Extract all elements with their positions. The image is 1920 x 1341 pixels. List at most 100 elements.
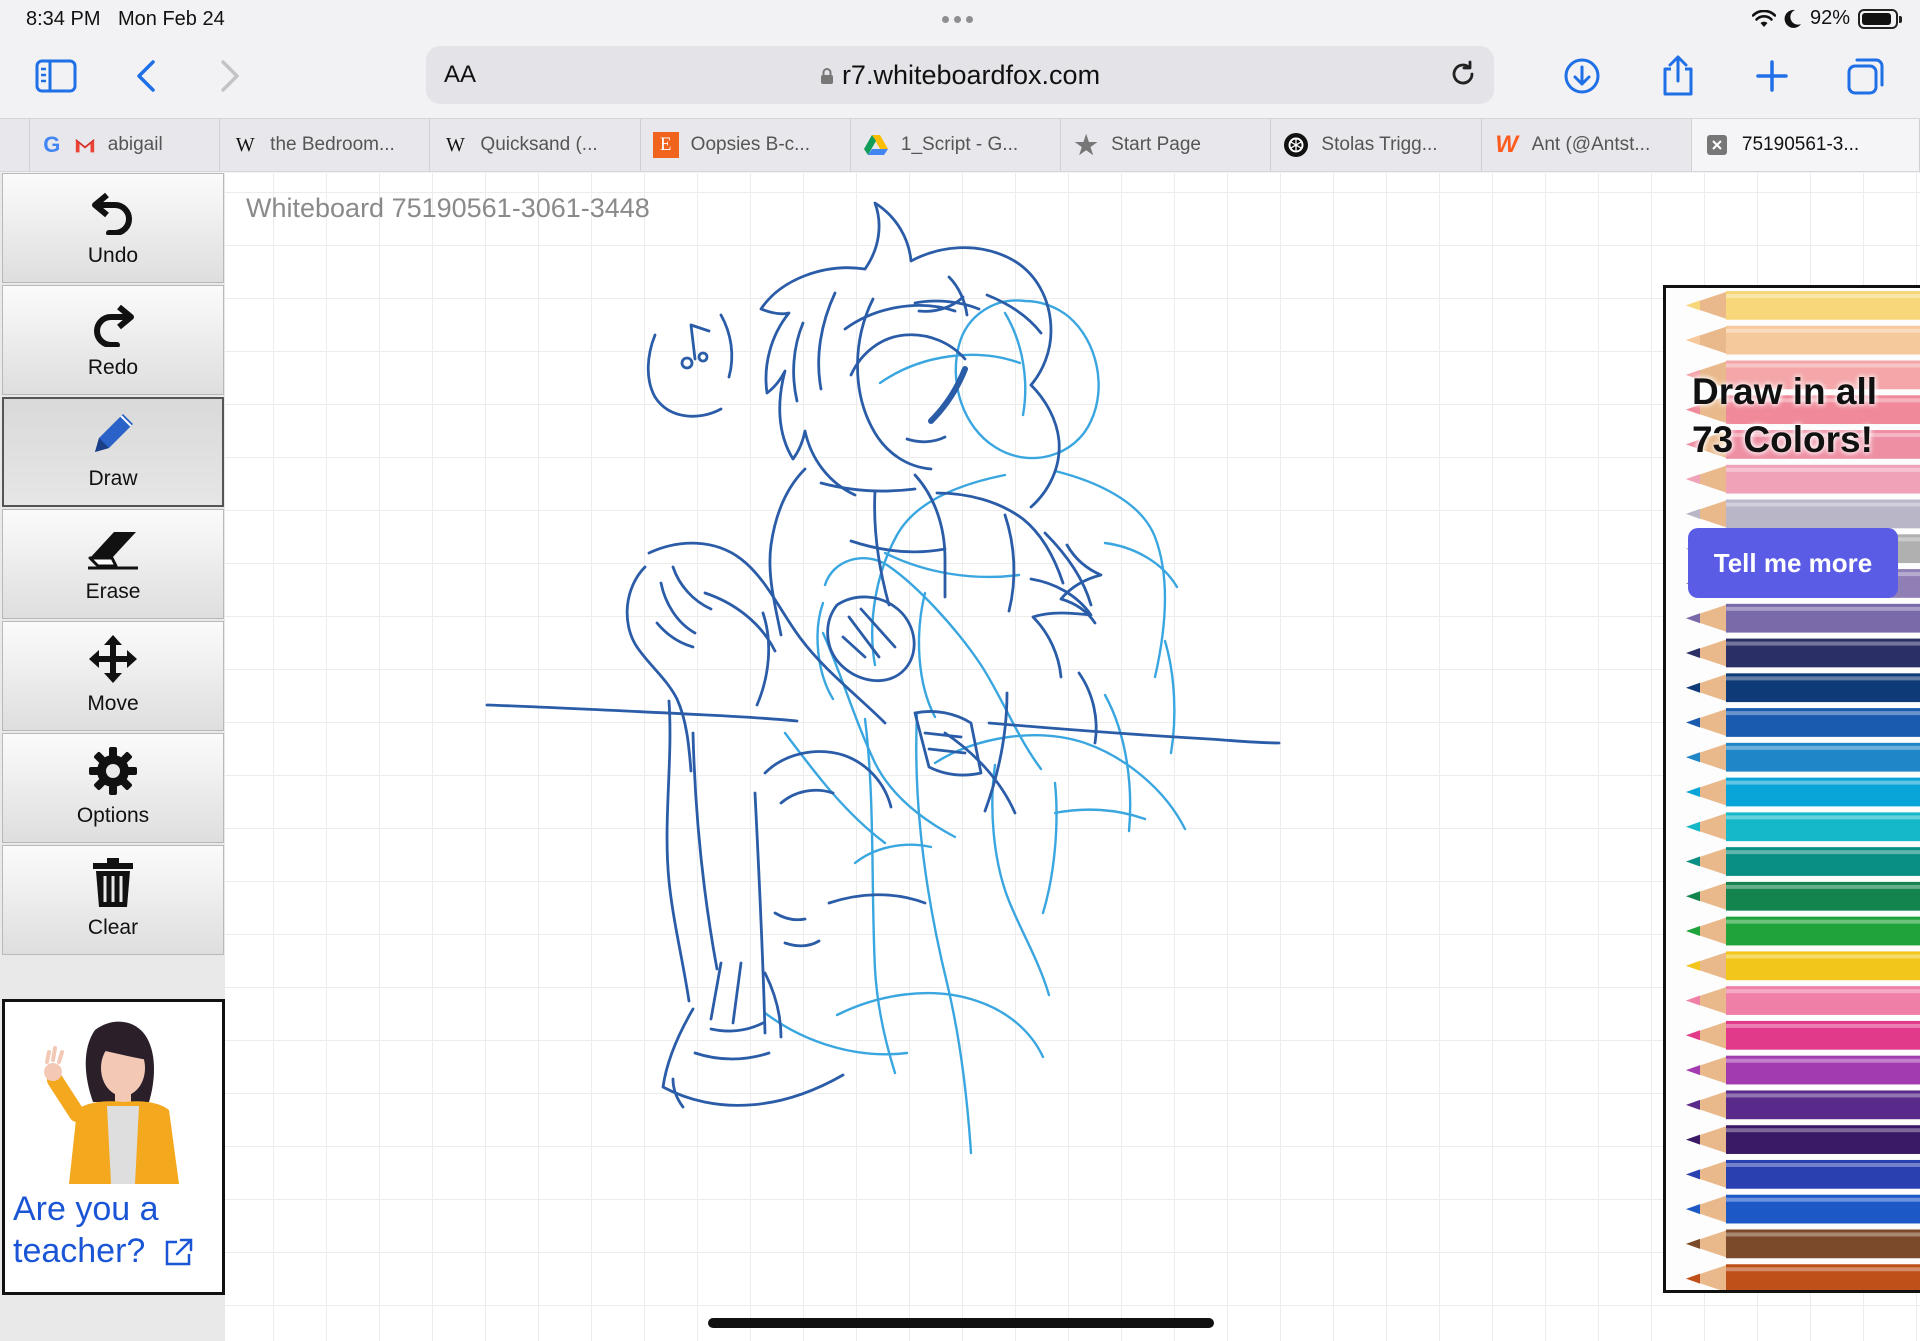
tab-4[interactable]: 1_Script - G... — [851, 119, 1062, 171]
eraser-icon — [88, 532, 138, 570]
draw-label: Draw — [88, 467, 138, 490]
pencil — [1686, 986, 1920, 1015]
undo-button[interactable]: Undo — [2, 173, 224, 283]
moon-icon — [1784, 9, 1801, 28]
reload-icon[interactable] — [1448, 59, 1478, 89]
status-bar: 8:34 PM Mon Feb 24 92% — [0, 0, 1920, 38]
tab-2-label: Quicksand (... — [480, 134, 598, 155]
pencil — [1686, 1020, 1920, 1050]
pencil — [1686, 1125, 1920, 1154]
tab-6[interactable]: Stolas Trigg... — [1271, 119, 1482, 171]
pencil — [1686, 673, 1920, 703]
tab-7-label: Ant (@Antst... — [1531, 134, 1651, 155]
gmail-icon — [74, 132, 96, 158]
pencil — [1686, 777, 1920, 807]
google-icon: G — [43, 132, 61, 157]
pencil — [1686, 499, 1920, 529]
erase-button[interactable]: Erase — [2, 509, 224, 619]
sketch-drawing — [485, 201, 1281, 1155]
redo-label: Redo — [87, 356, 139, 379]
tell-me-more-button[interactable]: Tell me more — [1688, 528, 1898, 598]
tab-5[interactable]: ★ Start Page — [1061, 119, 1272, 171]
lock-icon — [820, 68, 833, 84]
tab-3-label: Oopsies B-c... — [690, 134, 810, 155]
redo-button[interactable]: Redo — [2, 285, 224, 395]
tab-8-active[interactable]: 75190561-3... — [1691, 119, 1920, 171]
tab-4-label: 1_Script - G... — [900, 134, 1019, 155]
pencil — [1686, 742, 1920, 772]
tab-6-label: Stolas Trigg... — [1321, 134, 1438, 155]
url-field[interactable]: r7.whiteboardfox.com — [426, 60, 1494, 91]
sidebar-icon[interactable] — [32, 52, 80, 100]
share-icon[interactable] — [1654, 52, 1702, 100]
tab-3[interactable]: E Oopsies B-c... — [641, 119, 851, 171]
pencil — [1686, 638, 1920, 668]
move-button[interactable]: Move — [2, 621, 224, 731]
pencil — [1686, 1264, 1920, 1290]
tab-strip: G abigail W the Bedroom... W Quicksand (… — [0, 118, 1920, 172]
move-label: Move — [87, 692, 139, 715]
pencil — [1686, 1194, 1920, 1224]
clear-button[interactable]: Clear — [2, 845, 224, 955]
tab-0-label: abigail — [107, 134, 163, 155]
erase-label: Erase — [85, 580, 141, 603]
pencil — [1686, 1055, 1920, 1085]
wifi-icon — [1751, 9, 1776, 27]
tab-0[interactable]: G abigail — [30, 119, 221, 171]
tab-1-label: the Bedroom... — [270, 134, 395, 155]
status-time: 8:34 PM — [26, 8, 101, 30]
pencil — [1686, 464, 1920, 494]
pencil — [1686, 812, 1920, 842]
external-link-icon — [165, 1238, 193, 1266]
pencil — [1686, 881, 1920, 911]
pencil — [1686, 603, 1920, 633]
teacher-link[interactable]: Are you a teacher? — [13, 1188, 193, 1272]
undo-icon — [92, 192, 132, 235]
pencil — [1686, 1229, 1920, 1259]
close-icon[interactable] — [1704, 132, 1730, 158]
pencil — [1686, 325, 1920, 355]
pencil — [1686, 708, 1920, 737]
address-bar[interactable]: AA r7.whiteboardfox.com — [426, 46, 1494, 104]
wattpad-icon: W — [1495, 131, 1518, 158]
colors-ad-title: Draw in all 73 Colors! — [1692, 371, 1878, 460]
gear-icon — [89, 747, 137, 795]
back-icon[interactable] — [122, 52, 170, 100]
etsy-icon: E — [652, 132, 679, 158]
home-indicator[interactable] — [708, 1318, 1214, 1328]
new-tab-plus-icon[interactable] — [1748, 52, 1796, 100]
pencil — [1686, 291, 1920, 320]
move-icon — [89, 635, 137, 683]
pencil — [1686, 916, 1920, 946]
teacher-illustration — [44, 1021, 179, 1184]
tab-overview-icon[interactable] — [1842, 52, 1890, 100]
pencil — [1686, 1090, 1920, 1120]
options-label: Options — [76, 804, 150, 827]
download-icon[interactable] — [1558, 52, 1606, 100]
browser-toolbar: AA r7.whiteboardfox.com — [0, 38, 1920, 118]
pencil-icon — [95, 414, 133, 452]
pencil — [1686, 951, 1920, 981]
tab-1[interactable]: W the Bedroom... — [220, 119, 431, 171]
battery-fill — [1862, 12, 1892, 25]
forward-icon[interactable] — [206, 52, 254, 100]
pencil — [1686, 1159, 1920, 1189]
draw-button[interactable]: Draw — [2, 397, 224, 507]
screen: 8:34 PM Mon Feb 24 92% AA r7.whiteboardf… — [0, 0, 1920, 1341]
openai-icon — [1283, 132, 1309, 158]
pencil — [1686, 847, 1920, 876]
url-text: r7.whiteboardfox.com — [841, 60, 1101, 90]
multitasking-dots[interactable] — [942, 16, 973, 23]
battery-icon — [1858, 8, 1902, 29]
battery-percent: 92% — [1809, 7, 1850, 29]
wikipedia-icon: W — [235, 133, 255, 156]
clear-label: Clear — [87, 916, 139, 939]
teacher-ad[interactable]: Are you a teacher? — [2, 999, 225, 1295]
trash-icon — [93, 858, 133, 907]
tab-2[interactable]: W Quicksand (... — [430, 119, 641, 171]
options-button[interactable]: Options — [2, 733, 224, 843]
redo-icon — [94, 304, 134, 347]
tab-7[interactable]: W Ant (@Antst... — [1482, 119, 1692, 171]
star-icon: ★ — [1074, 129, 1098, 160]
colors-ad[interactable]: Draw in all 73 Colors! Tell me more — [1663, 285, 1920, 1293]
